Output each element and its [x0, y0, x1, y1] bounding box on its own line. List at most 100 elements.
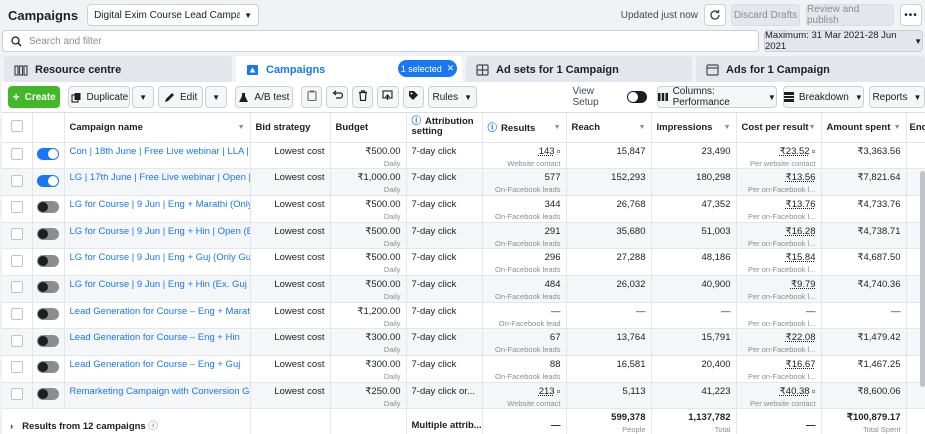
discard-drafts-button[interactable]: Discard Drafts	[731, 4, 800, 26]
sort-icon[interactable]: ▼	[809, 124, 816, 131]
col-budget[interactable]: Budget	[330, 113, 407, 143]
table-row[interactable]: LG | 17th June | Free Live webinar | Ope…	[2, 168, 925, 196]
table-row[interactable]: Con | 18th June | Free Live webinar | LL…	[2, 142, 925, 170]
sort-icon[interactable]: ▼	[724, 124, 731, 131]
more-options-button[interactable]: •••	[900, 4, 922, 26]
row-checkbox[interactable]	[10, 281, 23, 294]
campaign-toggle[interactable]	[37, 254, 59, 267]
budget-cell[interactable]: ₹1,000.00 Daily	[330, 168, 407, 196]
campaign-toggle[interactable]	[37, 307, 59, 320]
campaign-name-link[interactable]: LG for Course | 9 Jun | Eng + Hin (Ex. G…	[70, 279, 250, 290]
toggle-switch[interactable]	[627, 91, 647, 103]
chevron-right-icon[interactable]: ›	[10, 421, 13, 432]
breakdown-button[interactable]: Breakdown ▼	[782, 86, 864, 108]
campaign-name-link[interactable]: Con | 18th June | Free Live webinar | LL…	[70, 146, 250, 157]
tag-button[interactable]	[402, 86, 424, 108]
campaign-name-link[interactable]: Remarketing Campaign with Conversion Goa…	[70, 386, 250, 397]
export-button[interactable]	[377, 86, 399, 108]
table-row[interactable]: LG for Course | 9 Jun | Eng + Hin (Ex. G…	[2, 275, 925, 303]
campaign-toggle[interactable]	[37, 174, 59, 187]
sort-icon[interactable]: ▼	[894, 124, 901, 131]
duplicate-button[interactable]: Duplicate	[68, 86, 131, 108]
row-checkbox[interactable]	[10, 307, 23, 320]
sort-icon[interactable]: ▼	[639, 124, 646, 131]
table-row[interactable]: Lead Generation for Course – Eng + Hin Lo…	[2, 328, 925, 356]
campaign-name-link[interactable]: Lead Generation for Course – Eng + Guj	[70, 359, 241, 370]
review-publish-button[interactable]: Review and publish	[806, 4, 894, 26]
view-setup-toggle[interactable]: View Setup	[573, 86, 647, 108]
col-bid-strategy[interactable]: Bid strategy	[250, 113, 331, 143]
col-cost-per-result[interactable]: Cost per result ▼	[736, 113, 822, 143]
selected-count-badge[interactable]: 1 selected ✕	[398, 60, 457, 77]
date-range-picker[interactable]: Maximum: 31 Mar 2021-28 Jun 2021 ▼	[764, 30, 923, 52]
reports-button[interactable]: Reports ▼	[868, 86, 925, 108]
sort-icon[interactable]: ▼	[238, 124, 245, 131]
campaign-toggle[interactable]	[37, 334, 59, 347]
col-impressions[interactable]: Impressions ▼	[651, 113, 737, 143]
budget-cell[interactable]: ₹1,200.00 Daily	[330, 302, 407, 330]
table-row[interactable]: LG for Course | 9 Jun | Eng + Hin | Open…	[2, 222, 925, 250]
duplicate-dropdown[interactable]: ▼	[132, 86, 154, 108]
col-reach[interactable]: Reach ▼	[566, 113, 652, 143]
col-attribution[interactable]: ⓘ Attribution setting	[406, 113, 483, 143]
row-checkbox[interactable]	[10, 388, 23, 401]
row-checkbox[interactable]	[10, 334, 23, 347]
table-row[interactable]: LG for Course | 9 Jun | Eng + Guj (Only …	[2, 248, 925, 276]
table-row[interactable]: LG for Course | 9 Jun | Eng + Marathi (O…	[2, 195, 925, 223]
budget-cell[interactable]: ₹500.00 Daily	[330, 222, 407, 250]
tab-ads[interactable]: Ads for 1 Campaign	[696, 56, 925, 84]
campaign-toggle[interactable]	[37, 201, 59, 214]
campaign-select[interactable]: Digital Exim Course Lead Campaign (... ▼	[87, 4, 260, 26]
campaign-toggle[interactable]	[37, 281, 59, 294]
row-checkbox[interactable]	[10, 174, 23, 187]
budget-cell[interactable]: ₹500.00 Daily	[330, 142, 407, 170]
delete-draft-button[interactable]	[301, 86, 323, 108]
select-all-checkbox[interactable]	[10, 119, 23, 132]
budget-cell[interactable]: ₹300.00 Daily	[330, 328, 407, 356]
campaign-name-link[interactable]: LG | 17th June | Free Live webinar | Ope…	[70, 172, 250, 183]
row-checkbox[interactable]	[10, 361, 23, 374]
campaign-toggle[interactable]	[37, 361, 59, 374]
budget-cell[interactable]: ₹500.00 Daily	[330, 248, 407, 276]
tab-resource-centre[interactable]: Resource centre	[4, 56, 232, 84]
budget-cell[interactable]: ₹300.00 Daily	[330, 355, 407, 383]
col-amount-spent[interactable]: Amount spent ▼	[821, 113, 907, 143]
row-checkbox[interactable]	[10, 147, 23, 160]
col-ends[interactable]: Ends	[906, 113, 925, 143]
campaign-name-link[interactable]: Lead Generation for Course – Eng + Hin	[70, 332, 240, 343]
vertical-scrollbar[interactable]	[920, 171, 925, 387]
budget-cell[interactable]: ₹250.00 Daily	[330, 382, 407, 410]
table-row[interactable]: Remarketing Campaign with Conversion Goa…	[2, 382, 925, 410]
col-results[interactable]: ⓘ Results ▼	[482, 113, 567, 143]
budget-cell[interactable]: ₹500.00 Daily	[330, 195, 407, 223]
row-checkbox[interactable]	[10, 227, 23, 240]
info-icon[interactable]: ⓘ	[148, 421, 158, 432]
sort-icon[interactable]: ▼	[554, 124, 561, 131]
row-checkbox[interactable]	[10, 201, 23, 214]
refresh-button[interactable]	[704, 4, 726, 26]
edit-button[interactable]: Edit	[157, 86, 204, 108]
campaign-name-link[interactable]: LG for Course | 9 Jun | Eng + Marathi (O…	[70, 199, 250, 210]
campaign-toggle[interactable]	[37, 147, 59, 160]
delete-button[interactable]	[351, 86, 374, 108]
col-campaign-name[interactable]: Campaign name ▼	[64, 113, 251, 143]
row-checkbox[interactable]	[10, 254, 23, 267]
close-icon[interactable]: ✕	[447, 63, 455, 74]
create-button[interactable]: + Create	[8, 86, 61, 108]
campaign-name-link[interactable]: LG for Course | 9 Jun | Eng + Hin | Open…	[70, 226, 250, 237]
search-input[interactable]: Search and filter	[2, 30, 759, 52]
tab-ad-sets[interactable]: Ad sets for 1 Campaign	[466, 56, 692, 84]
table-row[interactable]: Lead Generation for Course – Eng + Marat…	[2, 302, 925, 330]
columns-button[interactable]: Columns: Performance ▼	[656, 86, 777, 108]
ab-test-button[interactable]: A/B test	[234, 86, 294, 108]
tab-campaigns[interactable]: Campaigns 1 selected ✕	[236, 56, 462, 84]
budget-cell[interactable]: ₹500.00 Daily	[330, 275, 407, 303]
table-row[interactable]: Lead Generation for Course – Eng + Guj Lo…	[2, 355, 925, 383]
info-icon[interactable]: ⓘ	[488, 123, 498, 134]
campaign-name-link[interactable]: LG for Course | 9 Jun | Eng + Guj (Only …	[70, 252, 250, 263]
edit-dropdown[interactable]: ▼	[205, 86, 227, 108]
undo-button[interactable]	[326, 86, 348, 108]
campaign-toggle[interactable]	[37, 388, 59, 401]
campaign-name-link[interactable]: Lead Generation for Course – Eng + Marat…	[70, 306, 250, 317]
campaign-toggle[interactable]	[37, 227, 59, 240]
